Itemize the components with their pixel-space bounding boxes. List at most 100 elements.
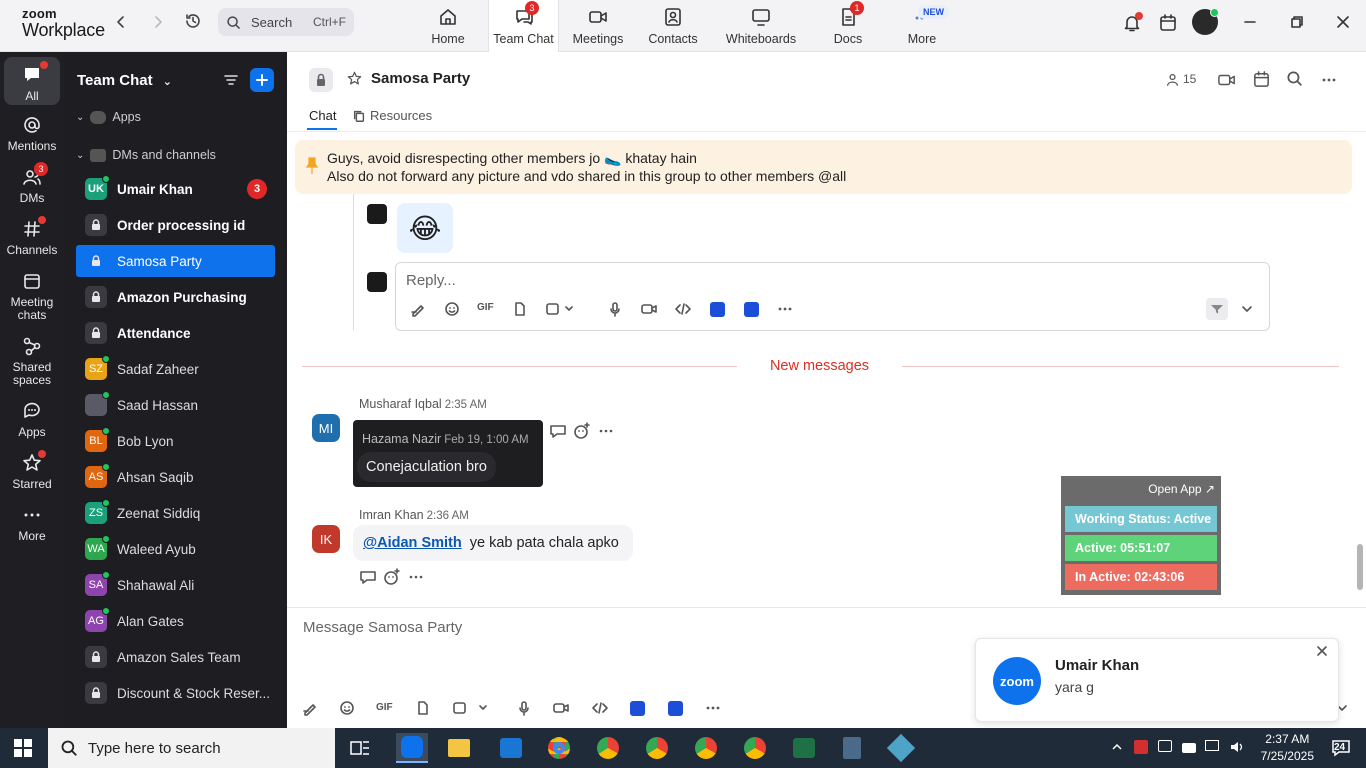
dm-row[interactable]: SZ Sadaf Zaheer [76, 353, 275, 385]
pdf-tray-icon[interactable] [1134, 740, 1148, 754]
bell-icon[interactable] [1122, 12, 1143, 33]
chrome-icon[interactable] [641, 733, 673, 763]
close-icon[interactable] [1316, 645, 1328, 657]
screenshot-icon[interactable] [545, 301, 573, 317]
reply-thread-icon[interactable] [359, 569, 377, 585]
search-icon[interactable] [1286, 70, 1303, 87]
emoji-icon[interactable] [444, 301, 460, 317]
send-icon[interactable] [1206, 298, 1228, 320]
channel-row[interactable]: Order processing id [76, 209, 275, 241]
format-icon[interactable] [410, 301, 426, 317]
members-button[interactable]: 15 [1166, 72, 1196, 86]
volume-icon[interactable] [1229, 740, 1245, 754]
chrome-icon[interactable] [690, 733, 722, 763]
excel-icon[interactable] [788, 733, 820, 763]
network-tray-icon[interactable] [1205, 740, 1219, 751]
search-box[interactable]: Search Ctrl+F [218, 8, 354, 36]
channel-row[interactable]: Attendance [76, 317, 275, 349]
file-explorer-icon[interactable] [443, 733, 475, 763]
dm-row[interactable]: Saad Hassan [76, 389, 275, 421]
dm-row[interactable]: AS Ahsan Saqib [76, 461, 275, 493]
more-tools-icon[interactable] [705, 700, 721, 716]
app-icon-1[interactable] [630, 701, 645, 716]
gif-icon[interactable]: GIF [376, 702, 393, 713]
tab-whiteboards[interactable]: Whiteboards [721, 0, 801, 52]
apps-section[interactable]: ⌄ Apps [76, 110, 141, 124]
scrollbar[interactable] [1357, 544, 1363, 590]
quoted-message[interactable]: Hazama Nazir Feb 19, 1:00 AM Conejaculati… [353, 420, 543, 487]
outlook-icon[interactable] [495, 733, 527, 763]
format-icon[interactable] [302, 700, 318, 716]
rail-shared-spaces[interactable]: Shared spaces [0, 335, 64, 387]
video-message-icon[interactable] [552, 700, 570, 716]
chrome-icon[interactable] [739, 733, 771, 763]
rail-channels[interactable]: Channels [0, 216, 64, 257]
tab-resources[interactable]: Resources [352, 108, 432, 123]
video-message-icon[interactable] [640, 301, 658, 317]
more-options-icon[interactable] [1321, 72, 1337, 88]
channel-row[interactable]: Discount & Stock Reser... [76, 677, 275, 709]
reply-input[interactable]: Reply... GIF [395, 262, 1270, 331]
open-app-link[interactable]: Open App ↗ [1148, 482, 1215, 496]
microphone-icon[interactable] [516, 700, 532, 716]
screenshot-icon[interactable] [452, 700, 490, 716]
forward-arrow-icon[interactable] [150, 14, 166, 30]
microphone-icon[interactable] [607, 301, 623, 317]
app-taskbar-icon[interactable] [885, 733, 917, 763]
dm-row[interactable]: SA Shahawal Ali [76, 569, 275, 601]
video-icon[interactable] [1217, 71, 1237, 89]
notification-center-icon[interactable]: 24 [1330, 737, 1352, 759]
calendar-icon[interactable] [1252, 70, 1271, 89]
calculator-icon[interactable] [836, 733, 868, 763]
rail-starred[interactable]: Starred [0, 450, 64, 491]
close-window-icon[interactable] [1335, 14, 1351, 30]
notification-toast[interactable]: zoom Umair Khan yara g [975, 638, 1339, 722]
app-icon-2[interactable] [744, 302, 759, 317]
rail-all[interactable]: All [4, 57, 60, 105]
add-reaction-icon[interactable] [573, 422, 591, 440]
chrome-icon[interactable] [592, 733, 624, 763]
channel-row[interactable]: Amazon Purchasing [76, 281, 275, 313]
tab-more[interactable]: More NEW [898, 0, 949, 52]
reply-thread-icon[interactable] [549, 423, 567, 439]
rail-dms[interactable]: DMs 3 [0, 162, 64, 205]
taskbar-search[interactable]: Type here to search [48, 728, 335, 768]
file-icon[interactable] [512, 301, 528, 317]
channel-row[interactable]: Samosa Party [76, 245, 275, 277]
minimize-icon[interactable] [1242, 14, 1258, 30]
gif-icon[interactable]: GIF [477, 302, 494, 313]
chrome-icon[interactable] [543, 733, 575, 763]
send-options-chevron-icon[interactable] [1240, 301, 1254, 317]
tab-team-chat[interactable]: Team Chat 3 [488, 0, 559, 52]
rail-meeting-chats[interactable]: Meeting chats [0, 270, 64, 322]
add-reaction-icon[interactable] [383, 568, 401, 586]
display-tray-icon[interactable] [1158, 740, 1172, 752]
message-bubble[interactable]: @Aidan Smith ye kab pata chala apko [353, 525, 633, 561]
app-icon-1[interactable] [710, 302, 725, 317]
emoji-icon[interactable] [339, 700, 355, 716]
more-tools-icon[interactable] [777, 301, 793, 317]
message-more-icon[interactable] [598, 423, 614, 439]
rail-mentions[interactable]: Mentions [0, 114, 64, 153]
team-chat-header[interactable]: Team Chat ⌄ [77, 72, 172, 89]
tab-contacts[interactable]: Contacts [643, 0, 703, 52]
chevron-up-icon[interactable] [1110, 740, 1124, 754]
rail-apps[interactable]: Apps [0, 400, 64, 439]
rail-more[interactable]: More [0, 504, 64, 543]
system-clock[interactable]: 2:37 AM 7/25/2025 [1261, 731, 1314, 765]
restore-icon[interactable] [1289, 14, 1305, 30]
dm-row[interactable]: ZS Zeenat Siddiq [76, 497, 275, 529]
new-chat-button[interactable] [250, 68, 274, 92]
pinned-message[interactable]: Guys, avoid disrespecting other members … [295, 140, 1352, 194]
dm-row[interactable]: UK Umair Khan 3 [76, 173, 275, 205]
filter-icon[interactable] [222, 71, 240, 89]
tab-meetings[interactable]: Meetings [568, 0, 628, 52]
back-arrow-icon[interactable] [113, 14, 129, 30]
file-icon[interactable] [415, 700, 431, 716]
tab-home[interactable]: Home [420, 0, 476, 52]
tab-chat[interactable]: Chat [309, 108, 336, 123]
channel-row[interactable]: Amazon Sales Team [76, 641, 275, 673]
app-icon-2[interactable] [668, 701, 683, 716]
task-view-icon[interactable] [344, 733, 376, 763]
windows-start-icon[interactable] [14, 739, 32, 757]
